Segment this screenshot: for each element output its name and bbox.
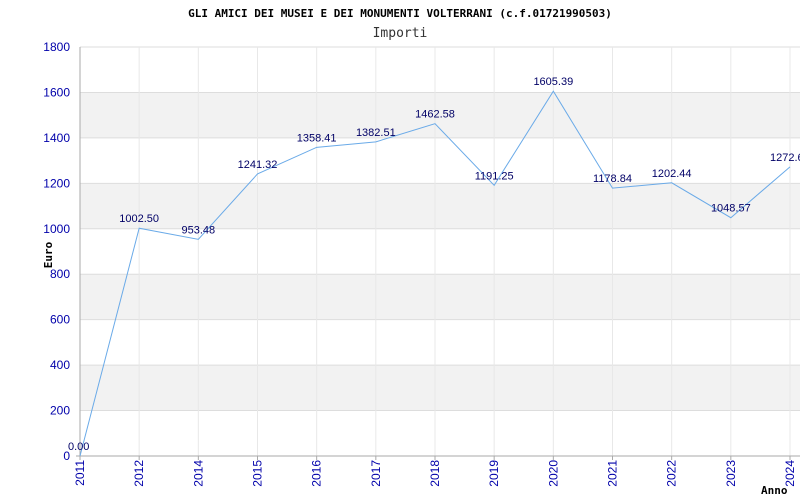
y-tick-label: 1400 [43,131,70,145]
data-label: 1382.51 [356,127,396,139]
x-tick-label: 2012 [132,460,146,487]
grid-band [80,365,800,411]
data-label: 1272.6 [770,152,800,164]
grid-bands [80,92,800,411]
x-tick-label: 2018 [428,460,442,487]
data-label: 1241.32 [238,159,278,171]
x-tick-label: 2023 [724,460,738,487]
chart-subtitle: Importi [373,26,428,41]
grid-band [80,274,800,320]
y-tick-label: 400 [50,358,70,372]
y-axis-label: Euro [42,241,55,268]
x-tick-label: 2015 [251,460,265,487]
x-tick-label: 2024 [783,460,797,487]
data-label: 1202.44 [652,168,692,180]
x-axis-label: Anno [761,484,788,497]
x-tick-label: 2011 [73,460,87,486]
x-tick-label: 2022 [665,460,679,487]
y-tick-label: 1600 [43,85,70,99]
data-label: 1048.57 [711,203,751,215]
x-tick-label: 2014 [191,460,205,487]
data-label: 1462.58 [415,109,455,121]
data-label: 1178.84 [593,173,632,185]
y-tick-label: 1200 [43,176,70,190]
data-label: 1358.41 [297,132,337,144]
data-label: 953.48 [182,224,216,236]
data-label: 1191.25 [475,170,514,182]
y-tick-label: 1800 [43,40,70,54]
data-label: 0.00 [68,441,89,453]
data-label: 1605.39 [533,76,573,88]
x-tick-label: 2021 [606,460,620,487]
y-tick-label: 800 [50,267,70,281]
line-chart: 020040060080010001200140016001800 2011 20… [42,7,800,497]
y-tick-label: 600 [50,313,70,327]
data-label: 1002.50 [119,213,159,225]
x-tick-label: 2017 [369,460,383,487]
grid-band [80,183,800,229]
chart-title: GLI AMICI DEI MUSEI E DEI MONUMENTI VOLT… [188,7,612,20]
x-tick-labels: 2011 2012 2014 2015 2016 2017 2018 2019 2020 2021… [73,460,797,487]
y-tick-label: 1000 [43,222,70,236]
x-tick-label: 2020 [546,460,560,487]
x-tick-label: 2016 [310,460,324,487]
y-tick-label: 200 [50,404,70,418]
x-tick-label: 2019 [487,460,501,487]
